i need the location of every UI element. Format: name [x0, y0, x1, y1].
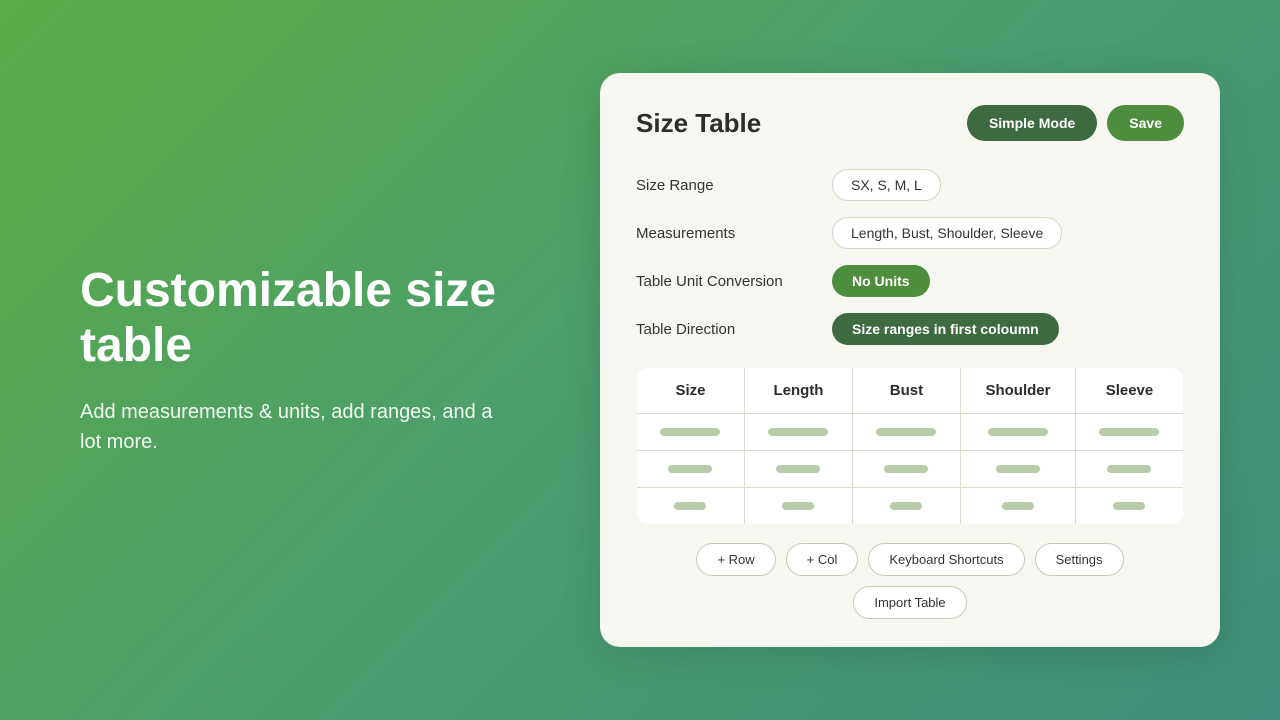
table-cell[interactable] [852, 451, 960, 488]
table-unit-conversion-label: Table Unit Conversion [636, 273, 816, 290]
table-direction-row: Table Direction Size ranges in first col… [636, 313, 1184, 345]
headline: Customizable size table [80, 263, 500, 373]
measurements-row: Measurements Length, Bust, Shoulder, Sle… [636, 217, 1184, 249]
left-panel: Customizable size table Add measurements… [80, 263, 500, 457]
save-button[interactable]: Save [1107, 105, 1184, 141]
table-cell[interactable] [960, 414, 1075, 451]
table-direction-label: Table Direction [636, 321, 816, 338]
table-cell[interactable] [960, 451, 1075, 488]
table-cell[interactable] [852, 414, 960, 451]
size-data-table: Size Length Bust Shoulder Sleeve [636, 367, 1184, 525]
bottom-buttons: + Row + Col Keyboard Shortcuts Settings … [636, 543, 1184, 619]
table-cell[interactable] [852, 488, 960, 525]
table-cell[interactable] [1075, 451, 1183, 488]
size-range-row: Size Range SX, S, M, L [636, 169, 1184, 201]
table-header-row: Size Length Bust Shoulder Sleeve [637, 368, 1184, 414]
header-buttons: Simple Mode Save [967, 105, 1184, 141]
no-units-button[interactable]: No Units [832, 265, 930, 297]
table-cell[interactable] [960, 488, 1075, 525]
card-title: Size Table [636, 108, 761, 139]
import-table-button[interactable]: Import Table [853, 586, 966, 619]
size-range-value[interactable]: SX, S, M, L [832, 169, 941, 201]
col-header-bust: Bust [852, 368, 960, 414]
table-cell[interactable] [744, 488, 852, 525]
col-header-length: Length [744, 368, 852, 414]
table-row [637, 488, 1184, 525]
table-cell[interactable] [637, 414, 745, 451]
description: Add measurements & units, add ranges, an… [80, 397, 500, 457]
col-header-shoulder: Shoulder [960, 368, 1075, 414]
table-unit-conversion-row: Table Unit Conversion No Units [636, 265, 1184, 297]
card-header: Size Table Simple Mode Save [636, 105, 1184, 141]
measurements-value[interactable]: Length, Bust, Shoulder, Sleeve [832, 217, 1062, 249]
settings-section: Size Range SX, S, M, L Measurements Leng… [636, 169, 1184, 345]
add-row-button[interactable]: + Row [696, 543, 775, 576]
col-header-sleeve: Sleeve [1075, 368, 1183, 414]
settings-button[interactable]: Settings [1035, 543, 1124, 576]
table-cell[interactable] [744, 451, 852, 488]
table-cell[interactable] [744, 414, 852, 451]
simple-mode-button[interactable]: Simple Mode [967, 105, 1097, 141]
table-row [637, 451, 1184, 488]
table-cell[interactable] [1075, 488, 1183, 525]
table-cell[interactable] [637, 488, 745, 525]
col-header-size: Size [637, 368, 745, 414]
table-direction-value[interactable]: Size ranges in first coloumn [832, 313, 1059, 345]
keyboard-shortcuts-button[interactable]: Keyboard Shortcuts [868, 543, 1024, 576]
add-col-button[interactable]: + Col [786, 543, 859, 576]
size-range-label: Size Range [636, 177, 816, 194]
table-cell[interactable] [637, 451, 745, 488]
measurements-label: Measurements [636, 225, 816, 242]
size-table-card: Size Table Simple Mode Save Size Range S… [600, 73, 1220, 647]
table-row [637, 414, 1184, 451]
table-cell[interactable] [1075, 414, 1183, 451]
